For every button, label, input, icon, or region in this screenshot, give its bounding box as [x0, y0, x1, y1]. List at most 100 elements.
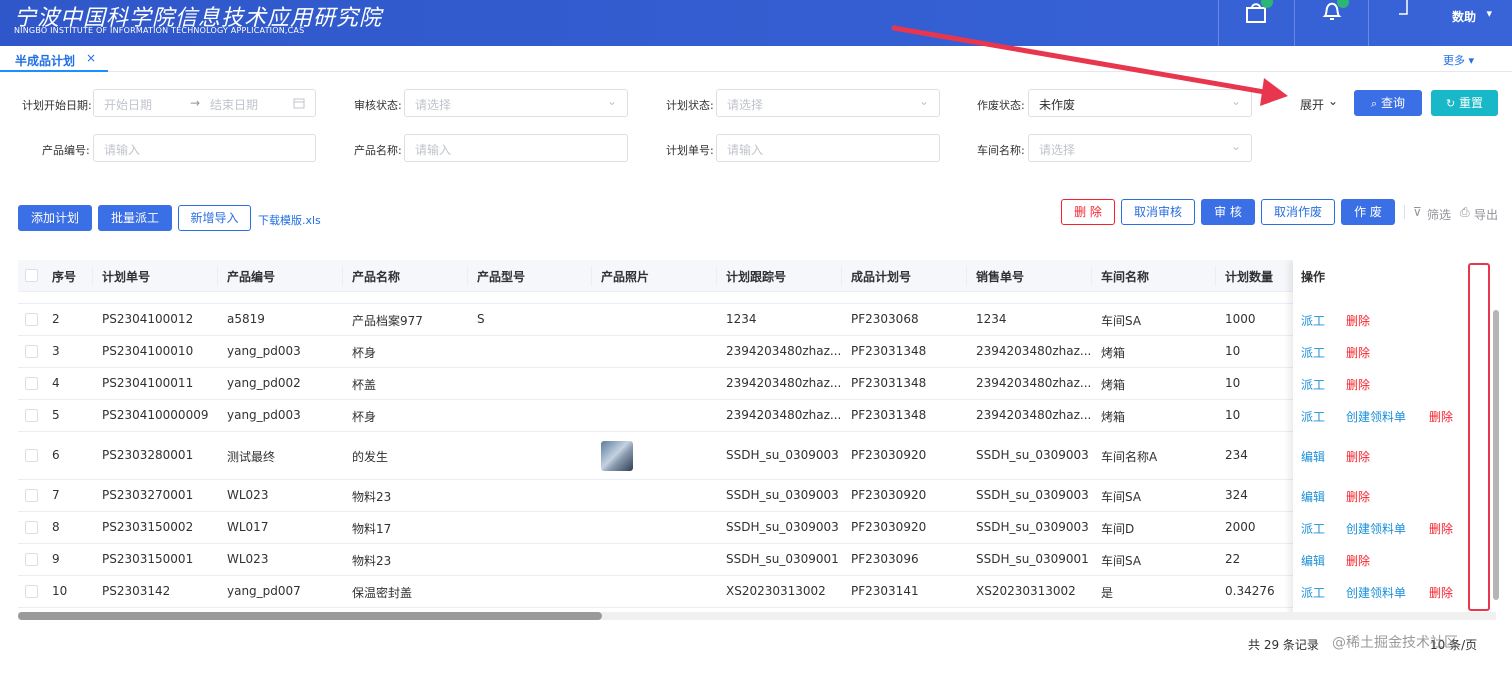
table-row[interactable]: 5 PS230410000009 yang_pd003 杯身 2394203480zha…	[18, 400, 1496, 432]
product-photo-thumbnail[interactable]	[601, 441, 633, 471]
col-divider	[841, 266, 842, 286]
workshop-placeholder: 请选择	[1039, 143, 1076, 157]
cell-plan-no: PS2303150002	[102, 520, 194, 534]
delete-row-link[interactable]: 删除	[1346, 552, 1370, 569]
delete-row-link[interactable]: 删除	[1346, 344, 1370, 361]
audit-button[interactable]: 审 核	[1201, 199, 1255, 225]
create-picking-list-link[interactable]: 创建领料单	[1346, 408, 1406, 425]
date-range-picker[interactable]: 开始日期 → 结束日期	[93, 89, 316, 117]
cancel-void-button[interactable]: 取消作废	[1261, 199, 1335, 225]
annotation-highlight-box	[1468, 263, 1490, 611]
table-row[interactable]: 7 PS2303270001 WL023 物料23 SSDH_su_0309003 PF2…	[18, 480, 1496, 512]
dispatch-row-link[interactable]: 派工	[1301, 520, 1325, 537]
delete-row-link[interactable]: 删除	[1429, 520, 1453, 537]
edit-row-link[interactable]: 编辑	[1301, 552, 1325, 569]
table-row[interactable]: 4 PS2304100011 yang_pd002 杯盖 2394203480zhaz.…	[18, 368, 1496, 400]
dispatch-row-link[interactable]: 派工	[1301, 408, 1325, 425]
row-checkbox[interactable]	[25, 449, 38, 462]
cancel-audit-button[interactable]: 取消审核	[1121, 199, 1195, 225]
delete-row-link[interactable]: 删除	[1346, 376, 1370, 393]
table-row[interactable]: 9 PS2303150001 WL023 物料23 SSDH_su_0309001 PF2…	[18, 544, 1496, 576]
expand-toggle[interactable]: 展开	[1300, 96, 1324, 113]
toolbar-divider	[1404, 205, 1405, 219]
dispatch-row-link[interactable]: 派工	[1301, 344, 1325, 361]
product-name-input[interactable]: 请输入	[404, 134, 628, 162]
start-date-placeholder: 开始日期	[104, 98, 153, 112]
cell-qty: 234	[1225, 448, 1248, 462]
vertical-scrollbar-thumb[interactable]	[1493, 310, 1499, 600]
reset-label: 重置	[1459, 96, 1484, 110]
cell-code: yang_pd007	[227, 584, 301, 598]
table-row[interactable]: 10 PS2303142 yang_pd007 保温密封盖 XS20230313002 P…	[18, 576, 1496, 608]
horizontal-scrollbar-thumb[interactable]	[18, 612, 602, 620]
reset-button[interactable]: ↻ 重置	[1431, 90, 1498, 116]
delete-row-link[interactable]: 删除	[1429, 408, 1453, 425]
tab-semi-finished-plan[interactable]: 半成品计划 ×	[0, 46, 108, 72]
export-icon[interactable]: ⎙	[1460, 205, 1470, 220]
close-icon[interactable]: ×	[86, 51, 96, 65]
dispatch-row-link[interactable]: 派工	[1301, 376, 1325, 393]
cell-finished: PF23030920	[851, 520, 927, 534]
row-checkbox[interactable]	[25, 313, 38, 326]
product-code-input[interactable]: 请输入	[93, 134, 316, 162]
cell-plan-no: PS2303280001	[102, 448, 194, 462]
watermark: @稀土掘金技术社区	[1332, 635, 1458, 651]
col-finished-plan-no: 成品计划号	[851, 270, 912, 284]
cell-idx: 10	[52, 584, 68, 598]
row-checkbox[interactable]	[25, 377, 38, 390]
query-label: 查询	[1380, 96, 1405, 110]
institute-logo-en: NINGBO INSTITUTE OF INFORMATION TECHNOLO…	[14, 26, 305, 35]
dispatch-row-link[interactable]: 派工	[1301, 312, 1325, 329]
table-row[interactable]: 6 PS2303280001 测试最终 的发生 SSDH_su_0309003 PF230…	[18, 432, 1496, 480]
edit-row-link[interactable]: 编辑	[1301, 488, 1325, 505]
col-workshop: 车间名称	[1101, 270, 1150, 284]
user-menu[interactable]: 数助 ▾	[1368, 0, 1512, 46]
col-divider	[1215, 266, 1216, 286]
filter-button[interactable]: 筛选	[1427, 206, 1451, 223]
add-plan-button[interactable]: 添加计划	[18, 205, 92, 231]
delete-button[interactable]: 删 除	[1061, 199, 1115, 225]
export-button[interactable]: 导出	[1474, 206, 1498, 223]
row-checkbox[interactable]	[25, 553, 38, 566]
row-checkbox[interactable]	[25, 345, 38, 358]
cell-finished: PF23031348	[851, 376, 927, 390]
cell-qty: 0.34276	[1225, 584, 1275, 598]
delete-row-link[interactable]: 删除	[1429, 584, 1453, 601]
dispatch-row-link[interactable]: 派工	[1301, 584, 1325, 601]
col-divider	[342, 266, 343, 286]
cell-qty: 10	[1225, 376, 1241, 390]
horizontal-scrollbar[interactable]	[18, 612, 1496, 620]
table-row[interactable]: 2 PS2304100012 a5819 产品档案977 S 1234 PF2303068 1…	[18, 304, 1496, 336]
cell-workshop: 烤箱	[1101, 410, 1126, 424]
filter-icon[interactable]: ⊽	[1413, 205, 1422, 219]
download-template-link[interactable]: 下载模版.xls	[258, 212, 321, 228]
table-row[interactable]: 8 PS2303150002 WL017 物料17 SSDH_su_0309003 PF2…	[18, 512, 1496, 544]
edit-row-link[interactable]: 编辑	[1301, 448, 1325, 465]
void-button[interactable]: 作 废	[1341, 199, 1395, 225]
cell-name: 的发生	[352, 450, 389, 464]
workshop-select[interactable]: 请选择 ⌄	[1028, 134, 1252, 162]
import-button[interactable]: 新增导入	[178, 205, 251, 231]
audit-status-select[interactable]: 请选择 ⌄	[404, 89, 628, 117]
more-tabs-button[interactable]: 更多 ▾	[1443, 52, 1474, 68]
batch-dispatch-button[interactable]: 批量派工	[98, 205, 172, 231]
audit-status-placeholder: 请选择	[415, 98, 452, 112]
chevron-down-icon[interactable]: ⌄	[1328, 94, 1338, 108]
select-all-checkbox[interactable]	[25, 269, 38, 282]
delete-row-link[interactable]: 删除	[1346, 312, 1370, 329]
row-checkbox[interactable]	[25, 489, 38, 502]
row-checkbox[interactable]	[25, 585, 38, 598]
table-row[interactable]: 3 PS2304100010 yang_pd003 杯身 2394203480zhaz.…	[18, 336, 1496, 368]
cell-track: SSDH_su_0309003	[726, 448, 839, 462]
row-checkbox[interactable]	[25, 409, 38, 422]
plan-no-input[interactable]: 请输入	[716, 134, 940, 162]
cell-sales: SSDH_su_0309003	[976, 520, 1089, 534]
delete-row-link[interactable]: 删除	[1346, 488, 1370, 505]
create-picking-list-link[interactable]: 创建领料单	[1346, 584, 1406, 601]
delete-row-link[interactable]: 删除	[1346, 448, 1370, 465]
row-checkbox[interactable]	[25, 521, 38, 534]
create-picking-list-link[interactable]: 创建领料单	[1346, 520, 1406, 537]
query-button[interactable]: ⌕ 查询	[1354, 90, 1422, 116]
notification-button[interactable]	[1294, 0, 1368, 46]
cell-idx: 5	[52, 408, 60, 422]
